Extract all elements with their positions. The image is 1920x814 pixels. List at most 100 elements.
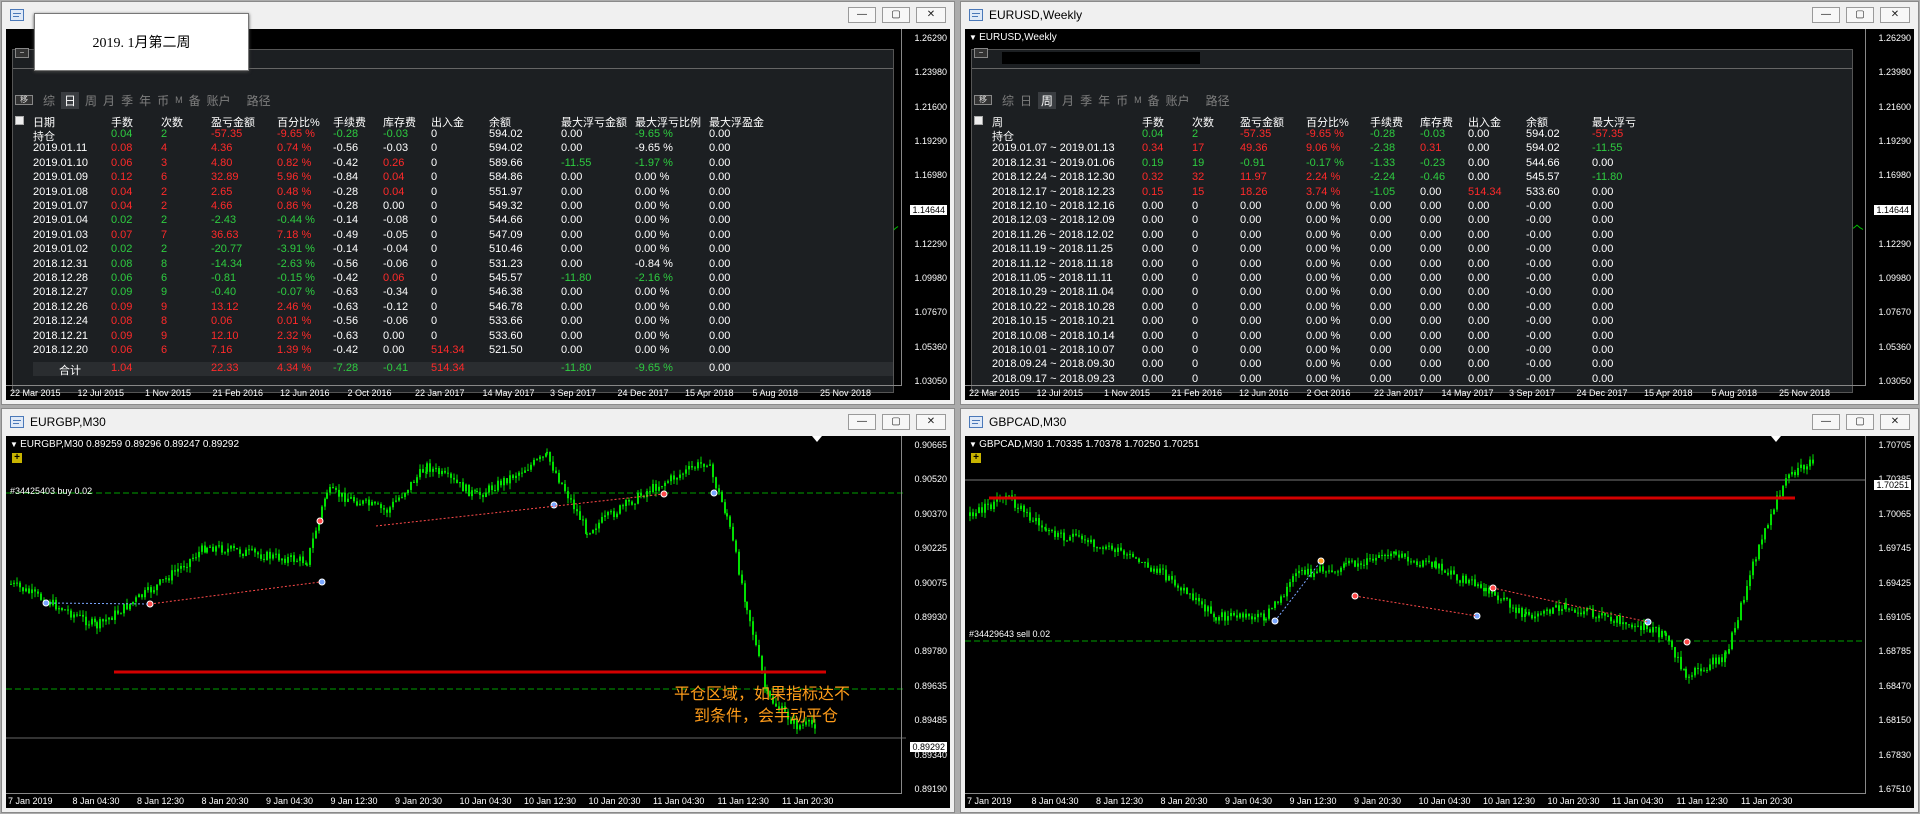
time-axis[interactable]: 7 Jan 2019 8 Jan 04:30 8 Jan 12:30 8 Jan 20… <box>965 793 1866 808</box>
period-tab[interactable]: 路径 <box>1206 92 1230 109</box>
close-button[interactable]: ✕ <box>916 414 946 430</box>
period-tab[interactable]: 币 <box>157 92 169 109</box>
period-tab[interactable]: 账户 <box>1166 92 1190 109</box>
table-row[interactable]: 2018.12.17 ~ 2018.12.23 0.15 15 18.26 3.74 %… <box>992 186 1852 200</box>
chart-area[interactable]: − 移 综日周月季年币 M 备账户 路径 日期 手数 次数 盈亏金额 百分比% 手续费 库存费 出入… <box>6 29 950 400</box>
candle-body <box>1655 627 1657 629</box>
minimize-button[interactable]: — <box>848 414 876 430</box>
table-row[interactable]: 2018.12.31 0.08 8 -14.34 -2.63 % -0.56 -0.06 0 5… <box>33 258 893 272</box>
collapse-icon[interactable]: − <box>15 48 29 58</box>
select-all-checkbox[interactable] <box>15 116 24 125</box>
table-row[interactable]: 2019.01.07 0.04 2 4.66 0.86 % -0.28 0.00 0 549.3… <box>33 200 893 214</box>
table-row[interactable]: 2018.11.12 ~ 2018.11.18 0.00 0 0.00 0.00 % 0.… <box>992 258 1852 272</box>
period-tab[interactable]: 综 <box>43 92 55 109</box>
table-row[interactable]: 2019.01.11 0.08 4 4.36 0.74 % -0.56 -0.03 0 594.… <box>33 142 893 156</box>
maximize-button[interactable]: ▢ <box>882 414 910 430</box>
close-button[interactable]: ✕ <box>1880 7 1910 23</box>
select-all-checkbox[interactable] <box>974 116 983 125</box>
period-tab[interactable]: 季 <box>121 92 133 109</box>
window-titlebar[interactable]: EURGBP,M30 — ▢ ✕ <box>2 409 954 435</box>
period-tab[interactable]: 账户 <box>207 92 231 109</box>
chart-area[interactable]: EURGBP,M30 0.89259 0.89296 0.89247 0.892… <box>6 436 950 808</box>
table-row[interactable]: 2018.12.31 ~ 2019.01.06 0.19 19 -0.91 -0.17 … <box>992 157 1852 171</box>
period-tab[interactable]: M <box>1134 95 1142 105</box>
candle-body <box>462 482 464 492</box>
table-row[interactable]: 2019.01.04 0.02 2 -2.43 -0.44 % -0.14 -0.08 0 54… <box>33 214 893 228</box>
maximize-button[interactable]: ▢ <box>882 7 910 23</box>
table-row[interactable]: 2018.12.27 0.09 9 -0.40 -0.07 % -0.63 -0.34 0 54… <box>33 286 893 300</box>
candle-body <box>1685 668 1687 678</box>
period-tab[interactable]: 年 <box>1098 92 1110 109</box>
close-button[interactable]: ✕ <box>916 7 946 23</box>
table-row[interactable]: 2018.10.29 ~ 2018.11.04 0.00 0 0.00 0.00 % 0.… <box>992 286 1852 300</box>
table-row[interactable]: 2018.11.05 ~ 2018.11.11 0.00 0 0.00 0.00 % 0.… <box>992 272 1852 286</box>
table-row[interactable]: 2018.12.24 ~ 2018.12.30 0.32 32 11.97 2.24 %… <box>992 171 1852 185</box>
move-handle-icon[interactable]: 移 <box>15 95 33 105</box>
maximize-button[interactable]: ▢ <box>1846 414 1874 430</box>
period-tab[interactable]: 备 <box>189 92 201 109</box>
minimize-button[interactable]: — <box>848 7 876 23</box>
candle-body <box>1595 617 1597 619</box>
window-titlebar[interactable]: EURUSD,Weekly — ▢ ✕ <box>961 2 1918 28</box>
period-tab[interactable]: 日 <box>61 91 80 109</box>
table-row[interactable]: 2018.10.15 ~ 2018.10.21 0.00 0 0.00 0.00 % 0.… <box>992 315 1852 329</box>
period-tab[interactable]: 备 <box>1148 92 1160 109</box>
time-axis[interactable]: 22 Mar 2015 12 Jul 2015 1 Nov 2015 21 Feb 2… <box>6 385 902 400</box>
period-tab[interactable]: 月 <box>1062 92 1074 109</box>
table-row[interactable]: 2019.01.09 0.12 6 32.89 5.96 % -0.84 0.04 0 584.… <box>33 171 893 185</box>
price-axis[interactable]: 0.90665 0.90520 0.90370 0.90225 0.90075 0.899… <box>901 436 950 794</box>
table-row[interactable]: 2018.10.01 ~ 2018.10.07 0.00 0 0.00 0.00 % 0.… <box>992 344 1852 358</box>
candle-body <box>40 593 42 600</box>
table-row[interactable]: 2018.11.19 ~ 2018.11.25 0.00 0 0.00 0.00 % 0.… <box>992 243 1852 257</box>
table-row[interactable]: 2018.09.24 ~ 2018.09.30 0.00 0 0.00 0.00 % 0.… <box>992 358 1852 372</box>
table-row[interactable]: 2019.01.10 0.06 3 4.80 0.82 % -0.42 0.26 0 589.6… <box>33 157 893 171</box>
period-tab[interactable]: 年 <box>139 92 151 109</box>
period-tab[interactable]: M <box>175 95 183 105</box>
minimize-button[interactable]: — <box>1812 414 1840 430</box>
time-axis[interactable]: 7 Jan 2019 8 Jan 04:30 8 Jan 12:30 8 Jan 20… <box>6 793 902 808</box>
table-row[interactable]: 2018.12.21 0.09 9 12.10 2.32 % -0.63 0.00 0 533.… <box>33 330 893 344</box>
table-row[interactable]: 2018.12.24 0.08 8 0.06 0.01 % -0.56 -0.06 0 533.… <box>33 315 893 329</box>
table-row[interactable]: 2018.12.03 ~ 2018.12.09 0.00 0 0.00 0.00 % 0.… <box>992 214 1852 228</box>
table-row[interactable]: 2018.11.26 ~ 2018.12.02 0.00 0 0.00 0.00 % 0.… <box>992 229 1852 243</box>
price-axis[interactable]: 1.707051.703851.700651.697451.694251.691… <box>1865 436 1914 794</box>
table-row[interactable]: 2018.12.26 0.09 9 13.12 2.46 % -0.63 -0.12 0 546… <box>33 301 893 315</box>
price-axis[interactable]: 1.26290 1.23980 1.21600 1.19290 1.16980 1.146… <box>1865 29 1914 386</box>
table-row[interactable]: 2018.10.08 ~ 2018.10.14 0.00 0 0.00 0.00 % 0.… <box>992 330 1852 344</box>
period-tab[interactable]: 路径 <box>247 92 271 109</box>
move-handle-icon[interactable]: 移 <box>974 95 992 105</box>
maximize-button[interactable]: ▢ <box>1846 7 1874 23</box>
chart-shift-marker-icon[interactable] <box>812 436 822 442</box>
period-tab[interactable]: 周 <box>85 92 97 109</box>
table-row[interactable]: 2018.12.28 0.06 6 -0.81 -0.15 % -0.42 0.06 0 545… <box>33 272 893 286</box>
period-tab[interactable]: 币 <box>1116 92 1128 109</box>
period-tab[interactable]: 周 <box>1038 91 1057 109</box>
add-indicator-icon[interactable]: + <box>12 453 22 463</box>
period-tab[interactable]: 综 <box>1002 92 1014 109</box>
candle-body <box>221 545 223 553</box>
close-button[interactable]: ✕ <box>1880 414 1910 430</box>
chart-area[interactable]: GBPCAD,M30 1.70335 1.70378 1.70250 1.702… <box>965 436 1914 808</box>
table-row[interactable]: 2018.12.20 0.06 6 7.16 1.39 % -0.42 0.00 514.34… <box>33 344 893 358</box>
table-row[interactable]: 2018.10.22 ~ 2018.10.28 0.00 0 0.00 0.00 % 0.… <box>992 301 1852 315</box>
table-row[interactable]: 持仓 0.04 2 -57.35 -9.65 % -0.28 -0.03 0.00 594.02… <box>992 128 1852 143</box>
table-cell: 0.00 <box>1468 214 1490 227</box>
window-titlebar[interactable]: GBPCAD,M30 — ▢ ✕ <box>961 409 1918 435</box>
table-row[interactable]: 2019.01.08 0.04 2 2.65 0.48 % -0.28 0.04 0 551.9… <box>33 186 893 200</box>
chart-area[interactable]: EURUSD,Weekly − 移 综日周月季年币M备账户路径 周手数次数盈亏金… <box>965 29 1914 400</box>
time-axis[interactable]: 22 Mar 2015 12 Jul 2015 1 Nov 2015 21 Feb 2… <box>965 385 1866 400</box>
minimize-button[interactable]: — <box>1812 7 1840 23</box>
table-row[interactable]: 2019.01.03 0.07 7 36.63 7.18 % -0.49 -0.05 0 547… <box>33 229 893 243</box>
period-tab[interactable]: 日 <box>1020 92 1032 109</box>
candle-body <box>616 513 618 518</box>
table-row[interactable]: 持仓 0.04 2 -57.35 -9.65 % -0.28 -0.03 0 594.02 0.0… <box>33 128 893 143</box>
table-row[interactable]: 2019.01.02 0.02 2 -20.77 -3.91 % -0.14 -0.04 0 5… <box>33 243 893 257</box>
table-row[interactable]: 2018.12.10 ~ 2018.12.16 0.00 0 0.00 0.00 % 0.… <box>992 200 1852 214</box>
table-row[interactable]: 2019.01.07 ~ 2019.01.13 0.34 17 49.36 9.06 %… <box>992 142 1852 156</box>
price-axis[interactable]: 1.26290 1.23980 1.21600 1.19290 1.16980 1.146… <box>901 29 950 386</box>
add-indicator-icon[interactable]: + <box>971 453 981 463</box>
collapse-icon[interactable]: − <box>974 48 988 58</box>
period-tab[interactable]: 季 <box>1080 92 1092 109</box>
period-tab[interactable]: 月 <box>103 92 115 109</box>
chart-shift-marker-icon[interactable] <box>1771 436 1781 442</box>
